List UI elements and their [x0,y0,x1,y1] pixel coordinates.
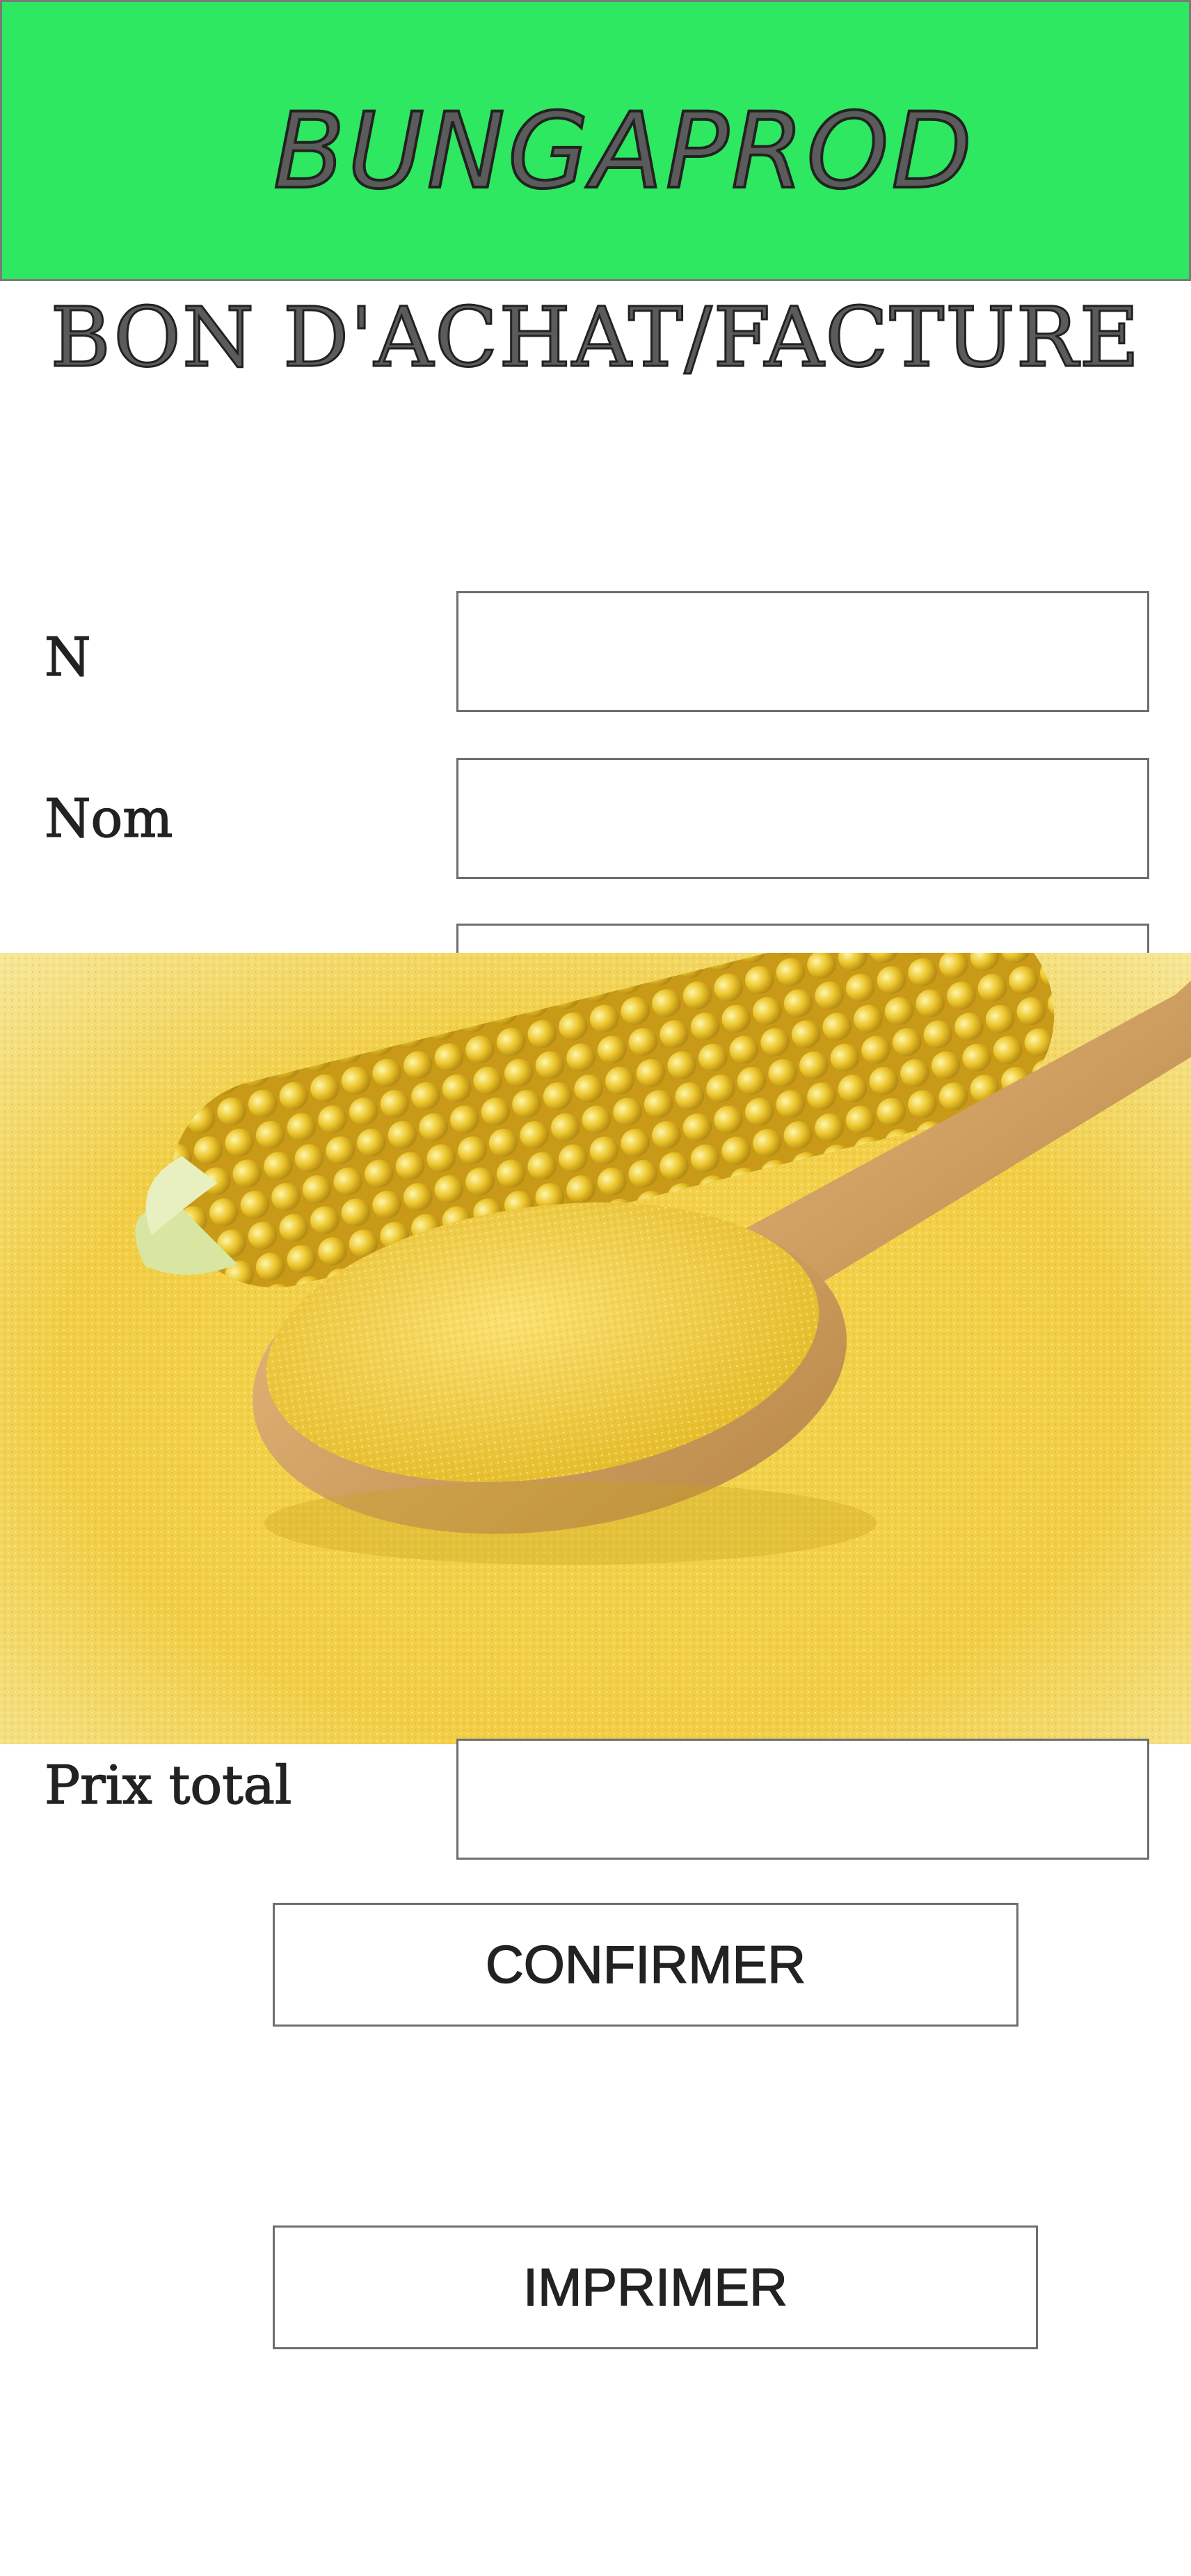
cornmeal-photo [0,953,1191,1744]
confirm-button-label: CONFIRMER [485,1935,806,1995]
page-title: BON D'ACHAT/FACTURE [49,289,1141,387]
prix-total-field[interactable] [456,1739,1149,1860]
print-button[interactable]: IMPRIMER [273,2225,1038,2349]
n-field[interactable] [456,591,1149,712]
brand-logo-text: BUNGAPROD [272,90,975,214]
field-label-nom: Nom [44,787,173,850]
nom-field[interactable] [456,758,1149,879]
brand-banner: BUNGAPROD [0,0,1191,281]
confirm-button[interactable]: CONFIRMER [273,1903,1018,2027]
field-label-n: N [44,625,91,689]
print-button-label: IMPRIMER [522,2257,788,2318]
field-label-prix-total: Prix total [44,1753,292,1817]
